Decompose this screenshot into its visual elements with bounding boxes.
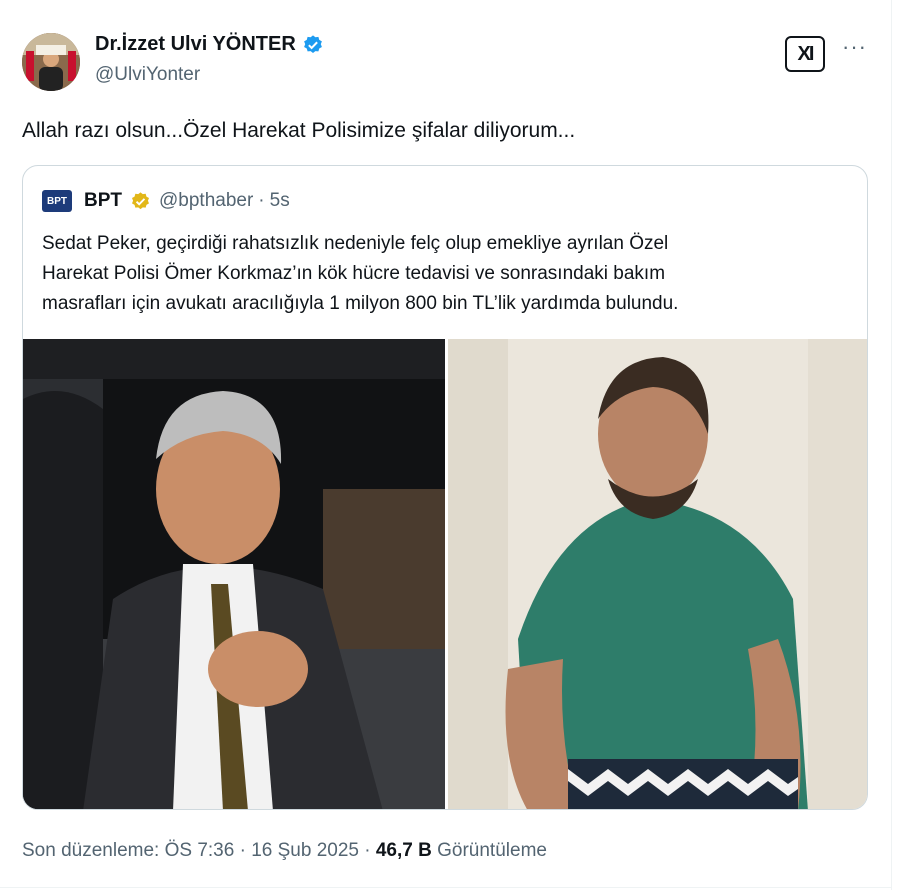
- photo-man-in-wheelchair[interactable]: [448, 339, 867, 809]
- photo-man-in-suit[interactable]: [23, 339, 445, 809]
- quoted-tweet-card[interactable]: BPT BPT @bpthaber · 5s Sedat Peker, geçi…: [22, 165, 868, 810]
- quoted-text-line: Harekat Polisi Ömer Korkmaz’ın kök hücre…: [42, 263, 666, 284]
- tweet-text: Allah razı olsun...Özel Harekat Polisimi…: [22, 119, 576, 142]
- author-avatar[interactable]: [22, 33, 80, 91]
- photo-right-image: [448, 339, 867, 809]
- tweet-date[interactable]: 16 Şub 2025: [251, 840, 359, 861]
- quoted-text-line: masrafları için avukatı aracılığıyla 1 m…: [42, 293, 679, 314]
- meta-separator: ·: [358, 840, 376, 861]
- more-options-button[interactable]: ···: [842, 34, 867, 60]
- quoted-tweet-text: Sedat Peker, geçirdiği rahatsızlık neden…: [42, 229, 842, 319]
- quoted-author-name[interactable]: BPT: [84, 190, 122, 212]
- quoted-author-handle[interactable]: @bpthaber: [159, 190, 253, 212]
- quoted-tweet-header: BPT BPT @bpthaber · 5s: [42, 190, 290, 212]
- grok-button[interactable]: XI: [785, 36, 825, 72]
- meta-separator: ·: [234, 840, 252, 861]
- author-name[interactable]: Dr.İzzet Ulvi YÖNTER: [95, 33, 296, 56]
- bpt-logo-icon[interactable]: BPT: [42, 190, 72, 212]
- tweet-meta: Son düzenleme: ÖS 7:36 · 16 Şub 2025 · 4…: [22, 840, 547, 862]
- author-name-row[interactable]: Dr.İzzet Ulvi YÖNTER: [95, 33, 324, 56]
- grok-icon: XI: [797, 42, 815, 65]
- photo-left-image: [23, 339, 445, 809]
- avatar-photo-icon: [22, 33, 80, 91]
- more-icon: ···: [842, 34, 867, 59]
- views-count: 46,7 B: [375, 840, 432, 861]
- author-handle[interactable]: @UlviYonter: [95, 64, 200, 86]
- column-border: [891, 0, 892, 890]
- bottom-border: [0, 887, 891, 888]
- gold-verified-badge-icon: [132, 191, 149, 209]
- verified-badge-icon: [303, 34, 322, 53]
- dot-separator: ·: [258, 190, 265, 211]
- edited-timestamp[interactable]: Son düzenleme: ÖS 7:36: [22, 840, 234, 861]
- quoted-time[interactable]: 5s: [270, 190, 290, 212]
- views-label: Görüntüleme: [437, 840, 547, 861]
- quoted-text-line: Sedat Peker, geçirdiği rahatsızlık neden…: [42, 233, 669, 254]
